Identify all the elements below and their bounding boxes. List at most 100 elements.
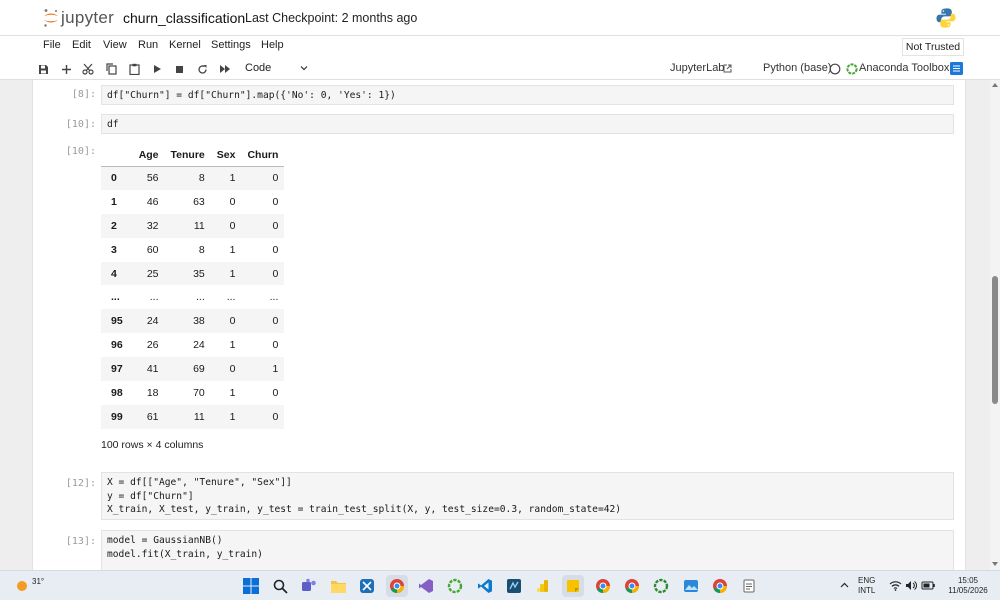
column-header-sex: Sex (210, 144, 242, 167)
start-button[interactable] (240, 575, 262, 597)
trust-badge[interactable]: Not Trusted (902, 38, 964, 56)
taskbar-app-blue[interactable] (503, 575, 525, 597)
folder-icon (330, 580, 346, 593)
weather-widget[interactable]: 31° (10, 575, 50, 597)
input-language[interactable]: ENG INTL (858, 576, 875, 596)
save-button[interactable] (35, 61, 51, 77)
table-row: 98 18 70 1 0 (101, 381, 284, 405)
insert-cell-button[interactable] (58, 61, 74, 77)
cell-churn: 0 (272, 243, 279, 256)
left-gutter (0, 80, 32, 570)
search-button[interactable] (269, 575, 291, 597)
battery-icon[interactable] (921, 580, 936, 591)
table-row: 0 56 8 1 0 (101, 166, 285, 190)
taskbar-visual-studio[interactable] (415, 575, 437, 597)
taskbar-anaconda-prompt[interactable] (650, 575, 672, 597)
jupyter-logo-icon (44, 9, 58, 27)
vscode-icon (478, 579, 492, 593)
cell-8-editor[interactable]: df["Churn"] = df["Churn"].map({'No': 0, … (101, 85, 954, 105)
wifi-icon[interactable] (889, 580, 902, 591)
cell-12-editor[interactable]: X = df[["Age", "Tenure", "Sex"]] y = df[… (101, 472, 954, 520)
copy-button[interactable] (103, 61, 119, 77)
cell-10-prompt: [10]: (65, 119, 96, 130)
taskbar-anaconda[interactable] (444, 575, 466, 597)
taskbar-notepad[interactable] (738, 575, 760, 597)
row-index: 3 (111, 243, 117, 256)
menu-bar: File Edit View Run Kernel Settings Help … (0, 36, 1000, 58)
cell-tenure: 69 (193, 363, 205, 376)
menu-kernel[interactable]: Kernel (169, 39, 201, 51)
notebook-title[interactable]: churn_classification (123, 10, 245, 26)
cell-age: 60 (146, 243, 159, 256)
restart-icon (197, 64, 207, 74)
jupyter-logo[interactable]: jupyter (40, 6, 115, 30)
menu-view[interactable]: View (103, 39, 127, 51)
cell-churn: 0 (272, 410, 279, 423)
taskbar-chrome-profile-4[interactable] (709, 575, 731, 597)
cell-tenure: 8 (198, 172, 205, 185)
row-index: 96 (111, 339, 123, 352)
chrome-icon (390, 579, 404, 594)
scroll-up-arrow-icon[interactable] (992, 83, 998, 87)
taskbar-power-bi[interactable] (532, 575, 554, 597)
clock[interactable]: 15:05 11/05/2026 (942, 576, 994, 596)
cell-churn: 0 (272, 386, 279, 399)
menu-help[interactable]: Help (261, 39, 284, 51)
row-index: 0 (111, 172, 117, 185)
notepad-icon (743, 579, 755, 593)
taskbar-vscode[interactable] (474, 575, 496, 597)
menu-file[interactable]: File (43, 39, 61, 51)
show-hidden-icons-chevron-up-icon[interactable] (840, 581, 849, 590)
cell-13-line-2: model.fit(X_train, y_train) (107, 548, 263, 560)
volume-icon[interactable] (905, 580, 917, 591)
anaconda-icon (846, 63, 858, 75)
notebook-scrollbar[interactable] (990, 80, 1000, 570)
table-row: 1 46 63 0 0 (101, 190, 284, 214)
taskbar-file-explorer[interactable] (327, 575, 349, 597)
search-icon (273, 579, 288, 594)
cell-13-editor[interactable]: model = GaussianNB() model.fit(X_train, … (101, 530, 954, 570)
taskbar-sticky-notes[interactable] (562, 575, 584, 597)
taskbar-chrome-active[interactable] (386, 575, 408, 597)
cell-10-editor[interactable]: df (101, 114, 954, 134)
open-jupyterlab-link[interactable]: JupyterLab (670, 62, 724, 74)
taskbar-snipping-tool[interactable] (356, 575, 378, 597)
restart-run-all-button[interactable] (217, 61, 233, 77)
column-header-churn: Churn (241, 144, 285, 167)
cell-sex: ... (226, 291, 236, 304)
cell-sex: 1 (229, 243, 236, 256)
kernel-name[interactable]: Python (base) (763, 62, 831, 74)
anaconda-navigator-icon (447, 578, 463, 594)
taskbar-teams[interactable] (298, 575, 320, 597)
menu-settings[interactable]: Settings (211, 39, 251, 51)
paste-button[interactable] (126, 61, 142, 77)
cell-churn: 1 (272, 363, 279, 376)
anaconda-toolbox-button[interactable]: Anaconda Toolbox (859, 62, 949, 74)
cell-tenure: 63 (193, 195, 205, 208)
cell-age: 41 (146, 363, 159, 376)
taskbar-photos[interactable] (680, 575, 702, 597)
toolbox-panel-icon[interactable] (950, 62, 963, 75)
interrupt-kernel-button[interactable] (171, 61, 187, 77)
taskbar-chrome-profile-2[interactable] (592, 575, 614, 597)
cell-sex: 1 (229, 339, 236, 352)
scroll-down-arrow-icon[interactable] (992, 562, 998, 566)
cell-8-prompt: [8]: (71, 89, 96, 100)
cell-age: 24 (146, 315, 159, 328)
terminal-app-icon (507, 579, 521, 593)
cell-churn: 0 (272, 339, 279, 352)
menu-edit[interactable]: Edit (72, 39, 91, 51)
row-index: ... (111, 291, 120, 304)
restart-kernel-button[interactable] (194, 61, 210, 77)
taskbar-chrome-profile-3[interactable] (621, 575, 643, 597)
cell-age: 56 (146, 172, 159, 185)
menu-run[interactable]: Run (138, 39, 158, 51)
scrollbar-thumb[interactable] (992, 276, 998, 404)
checkpoint-status: Last Checkpoint: 2 months ago (245, 11, 418, 25)
teams-icon (302, 578, 316, 591)
run-cell-button[interactable] (149, 61, 165, 77)
cut-button[interactable] (80, 61, 96, 77)
jupyter-logo-text: jupyter (61, 8, 115, 27)
cell-type-select[interactable]: Code (240, 61, 310, 77)
external-link-icon (723, 64, 732, 73)
